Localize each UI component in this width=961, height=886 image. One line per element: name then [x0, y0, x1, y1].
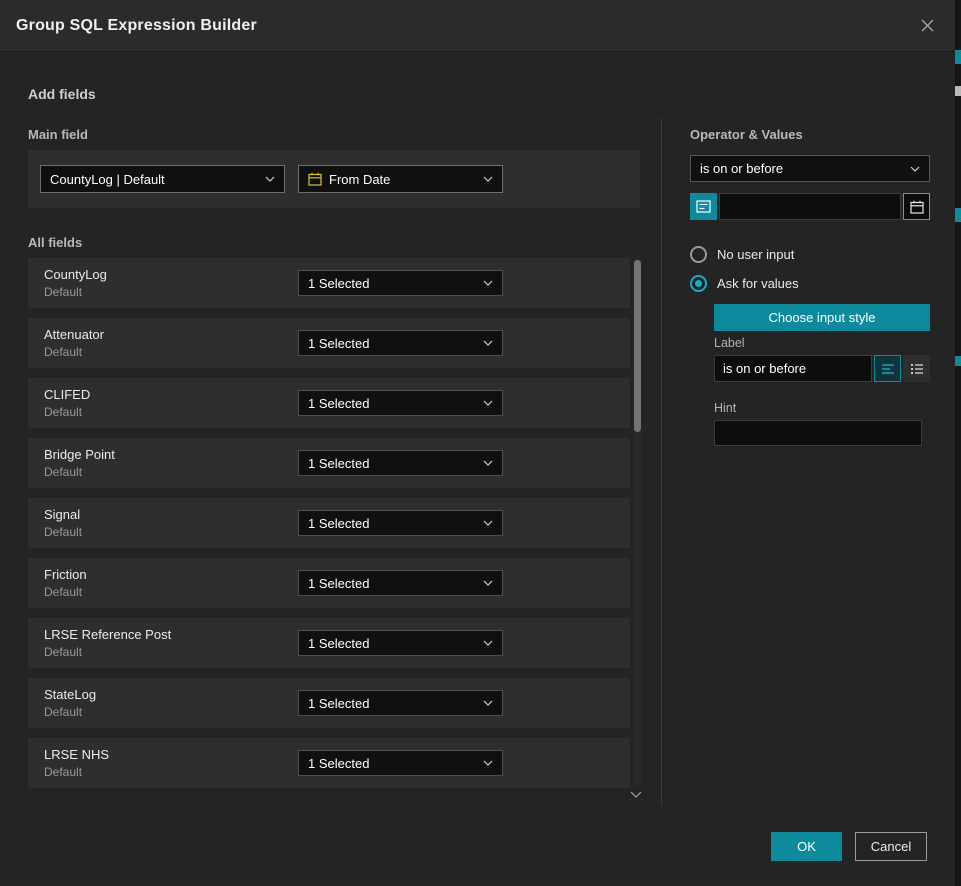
cancel-button[interactable]: Cancel	[855, 832, 927, 861]
label-input[interactable]	[714, 355, 872, 382]
chevron-down-icon	[483, 700, 493, 706]
radio-no-user-input-label: No user input	[717, 247, 794, 262]
field-values-select[interactable]: 1 Selected	[298, 690, 503, 716]
align-left-icon	[881, 363, 895, 375]
ok-button[interactable]: OK	[771, 832, 842, 861]
field-row: LRSE Reference Post Default 1 Selected	[28, 618, 630, 668]
all-fields-label: All fields	[28, 235, 82, 250]
field-row: Friction Default 1 Selected	[28, 558, 630, 608]
edge-fragment	[955, 356, 961, 366]
chevron-down-icon	[483, 400, 493, 406]
field-row: CLIFED Default 1 Selected	[28, 378, 630, 428]
chevron-down-icon	[483, 520, 493, 526]
date-picker-button[interactable]	[903, 193, 930, 220]
field-values-select-value: 1 Selected	[308, 456, 369, 471]
field-values-select[interactable]: 1 Selected	[298, 750, 503, 776]
field-row: StateLog Default 1 Selected	[28, 678, 630, 728]
field-row: Signal Default 1 Selected	[28, 498, 630, 548]
label-caption: Label	[714, 336, 745, 350]
all-fields-list: CountyLog Default 1 Selected Attenuator …	[28, 258, 630, 798]
field-values-select-value: 1 Selected	[308, 336, 369, 351]
edge-fragment	[955, 86, 961, 96]
operator-select[interactable]: is on or before	[690, 155, 930, 182]
list-icon	[910, 363, 924, 375]
scrollbar-thumb[interactable]	[634, 260, 641, 432]
layer-select-value: CountyLog | Default	[50, 172, 165, 187]
field-values-select[interactable]: 1 Selected	[298, 270, 503, 296]
operator-select-value: is on or before	[700, 161, 783, 176]
chevron-down-icon	[483, 760, 493, 766]
field-values-select-value: 1 Selected	[308, 396, 369, 411]
choose-input-style-button[interactable]: Choose input style	[714, 304, 930, 331]
radio-no-user-input[interactable]: No user input	[690, 246, 794, 263]
field-values-select-value: 1 Selected	[308, 756, 369, 771]
field-row: Attenuator Default 1 Selected	[28, 318, 630, 368]
field-values-select[interactable]: 1 Selected	[298, 630, 503, 656]
hint-input[interactable]	[714, 420, 922, 446]
close-button[interactable]	[916, 14, 939, 37]
list-style-button[interactable]	[903, 355, 930, 382]
panel-divider	[661, 118, 662, 806]
input-mode-button[interactable]	[690, 193, 717, 220]
radio-selected-icon	[690, 275, 707, 292]
field-values-select[interactable]: 1 Selected	[298, 570, 503, 596]
dialog-title: Group SQL Expression Builder	[16, 17, 257, 35]
section-title: Add fields	[28, 86, 96, 102]
calendar-icon	[910, 200, 924, 214]
radio-ask-for-values-label: Ask for values	[717, 276, 799, 291]
field-row: CountyLog Default 1 Selected	[28, 258, 630, 308]
field-values-select-value: 1 Selected	[308, 576, 369, 591]
edge-fragment	[955, 50, 961, 64]
date-value-input[interactable]	[719, 193, 901, 220]
chevron-down-icon	[483, 340, 493, 346]
date-field-select-value: From Date	[329, 172, 390, 187]
chevron-down-icon	[910, 166, 920, 172]
radio-unselected-icon	[690, 246, 707, 263]
layer-select[interactable]: CountyLog | Default	[40, 165, 285, 193]
field-values-select[interactable]: 1 Selected	[298, 510, 503, 536]
field-values-select[interactable]: 1 Selected	[298, 450, 503, 476]
hint-caption: Hint	[714, 401, 736, 415]
date-field-select[interactable]: From Date	[298, 165, 503, 193]
close-icon	[920, 18, 935, 33]
chevron-down-icon	[483, 580, 493, 586]
operator-values-title: Operator & Values	[690, 127, 803, 142]
background-app-edge	[955, 0, 961, 886]
date-field-calendar-icon	[308, 172, 322, 186]
chevron-down-icon	[265, 176, 275, 182]
chevron-down-icon	[483, 460, 493, 466]
field-values-select-value: 1 Selected	[308, 636, 369, 651]
input-mode-icon	[696, 199, 711, 214]
field-row: LRSE NHS Default 1 Selected	[28, 738, 630, 788]
field-values-select[interactable]: 1 Selected	[298, 330, 503, 356]
field-values-select-value: 1 Selected	[308, 696, 369, 711]
main-field-label: Main field	[28, 127, 88, 142]
chevron-down-icon	[483, 280, 493, 286]
field-row: Bridge Point Default 1 Selected	[28, 438, 630, 488]
scroll-down-icon[interactable]	[629, 790, 643, 799]
chevron-down-icon	[483, 640, 493, 646]
fields-list-scrollbar[interactable]	[634, 258, 641, 786]
field-values-select-value: 1 Selected	[308, 276, 369, 291]
date-value-row	[690, 193, 930, 220]
edge-fragment	[955, 208, 961, 222]
label-input-row	[714, 355, 930, 382]
radio-ask-for-values[interactable]: Ask for values	[690, 275, 799, 292]
single-line-style-button[interactable]	[874, 355, 901, 382]
dialog-titlebar: Group SQL Expression Builder	[0, 0, 955, 52]
field-values-select[interactable]: 1 Selected	[298, 390, 503, 416]
main-field-panel: CountyLog | Default From Date	[28, 150, 640, 208]
field-values-select-value: 1 Selected	[308, 516, 369, 531]
chevron-down-icon	[483, 176, 493, 182]
